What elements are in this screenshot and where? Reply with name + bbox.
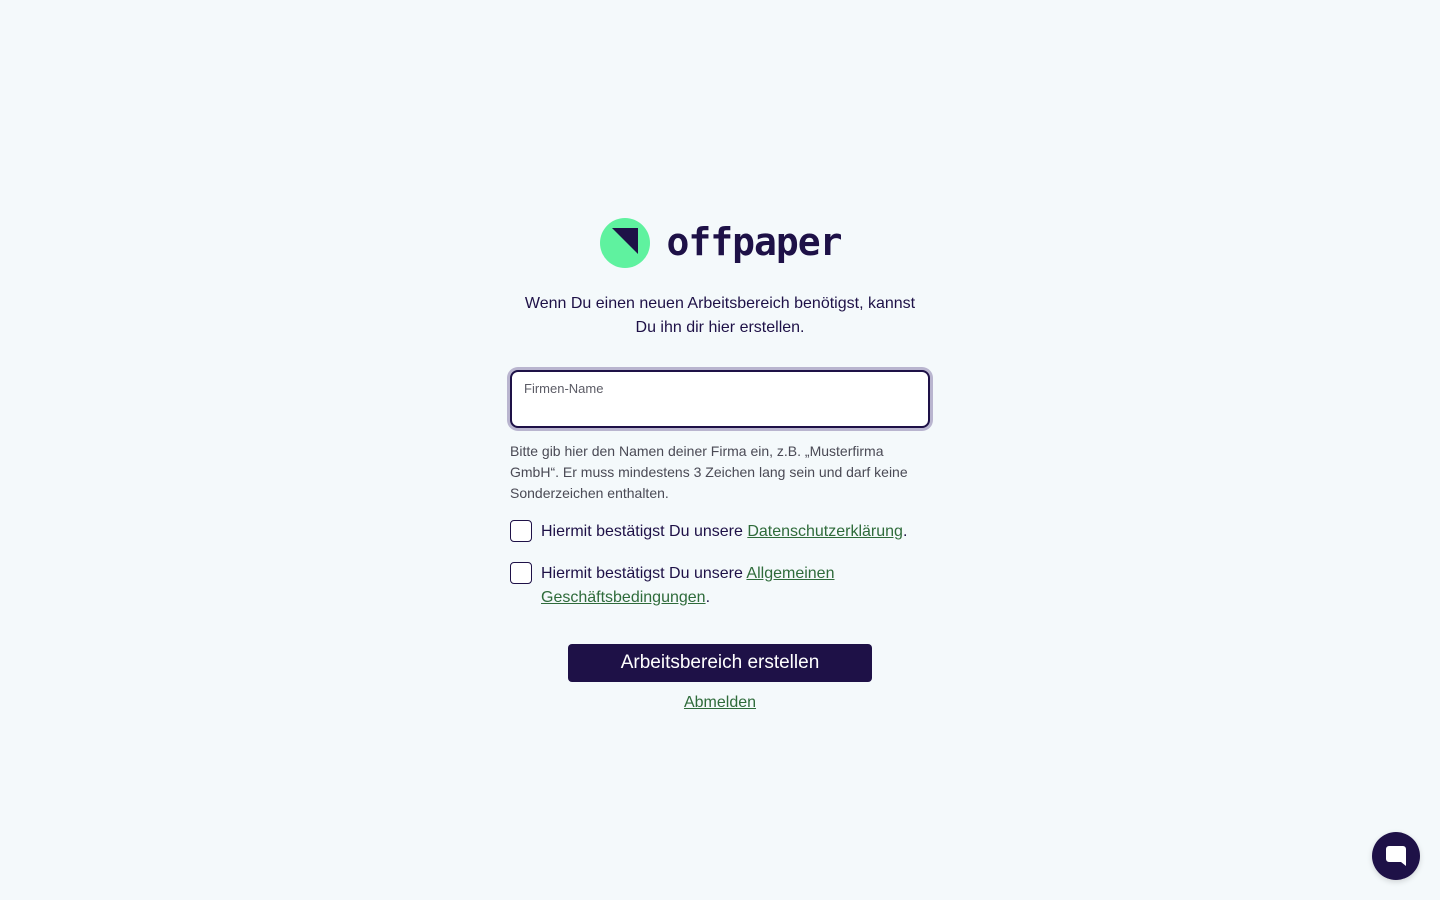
company-name-hint: Bitte gib hier den Namen deiner Firma ei… — [510, 443, 908, 501]
create-workspace-button[interactable]: Arbeitsbereich erstellen — [568, 644, 872, 682]
terms-consent-row: Hiermit bestätigst Du unsere Allgemeinen… — [510, 562, 930, 610]
brand-logo: offpaper — [512, 216, 930, 270]
intro-text: Wenn Du einen neuen Arbeitsbereich benöt… — [524, 295, 916, 336]
logout-link[interactable]: Abmelden — [684, 694, 756, 711]
company-name-field[interactable]: Firmen-Name — [510, 370, 930, 428]
privacy-consent-text: Hiermit bestätigst Du unsere Datenschutz… — [541, 520, 907, 544]
brand-name: offpaper — [666, 220, 842, 264]
company-name-input[interactable] — [524, 403, 916, 420]
terms-consent-text: Hiermit bestätigst Du unsere Allgemeinen… — [541, 562, 930, 610]
chat-bubble-icon — [1386, 846, 1406, 866]
logout-row: Abmelden — [510, 693, 930, 713]
privacy-prefix: Hiermit bestätigst Du unsere — [541, 523, 748, 540]
privacy-checkbox[interactable] — [510, 520, 532, 542]
privacy-consent-row: Hiermit bestätigst Du unsere Datenschutz… — [510, 520, 930, 544]
privacy-policy-link[interactable]: Datenschutzerklärung — [747, 523, 903, 540]
terms-prefix: Hiermit bestätigst Du unsere — [541, 565, 747, 582]
chat-launcher-button[interactable] — [1372, 832, 1420, 880]
company-name-label: Firmen-Name — [524, 381, 604, 396]
terms-checkbox[interactable] — [510, 562, 532, 584]
privacy-suffix: . — [902, 523, 908, 540]
create-workspace-panel: offpaper Wenn Du einen neuen Arbeitsbere… — [510, 216, 930, 713]
terms-suffix: . — [705, 589, 711, 606]
offpaper-logo-icon — [600, 218, 651, 268]
